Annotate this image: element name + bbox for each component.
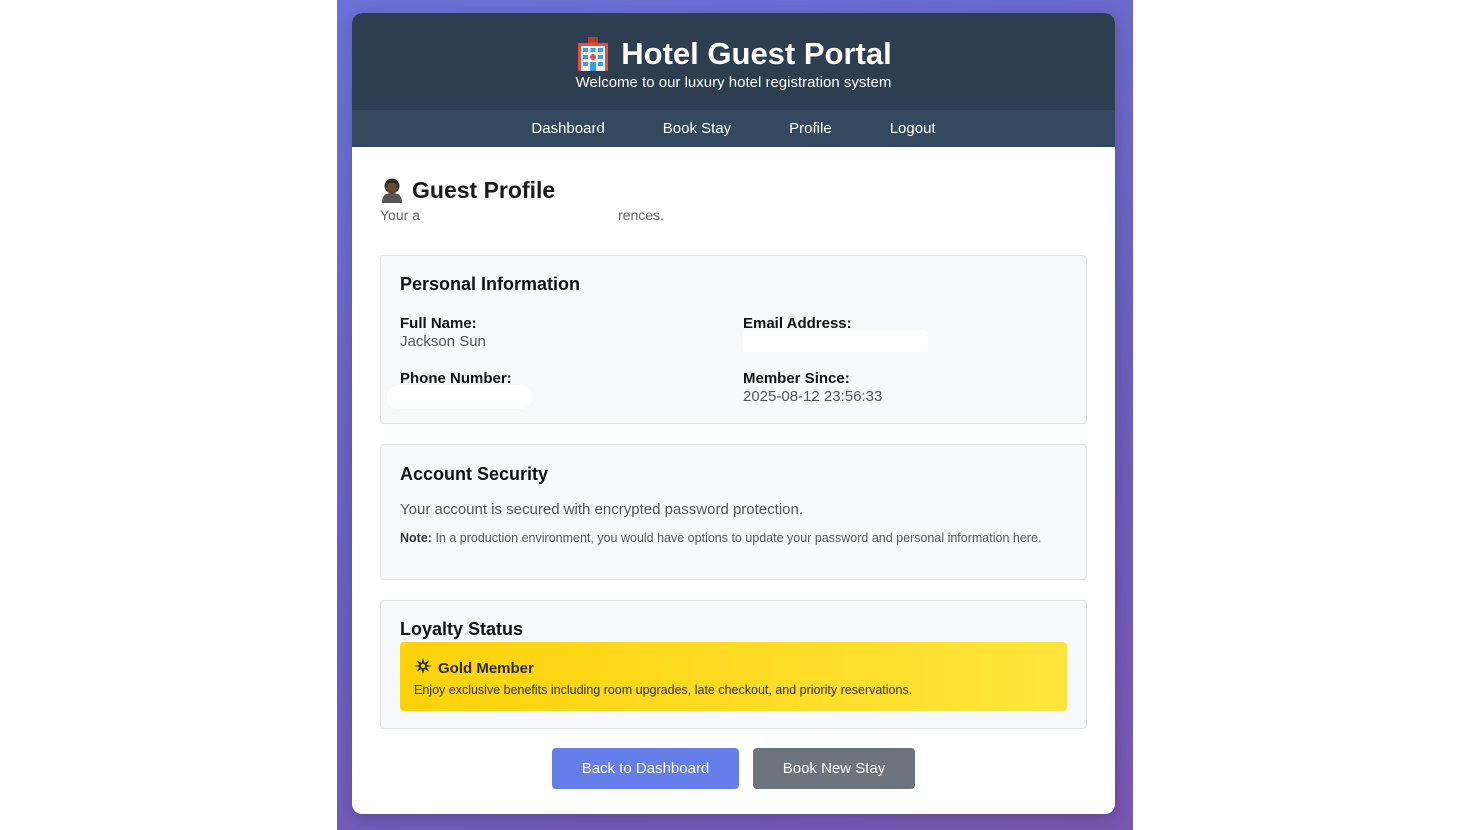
page-title: Guest Profile	[380, 175, 1087, 205]
member-since-field: Member Since: 2025-08-12 23:56:33	[743, 370, 1067, 406]
hotel-icon	[575, 37, 611, 71]
nav-book-stay[interactable]: Book Stay	[634, 110, 760, 147]
page-subtitle-end: rences.	[618, 207, 664, 223]
redacted-block	[421, 205, 619, 227]
full-name-label: Full Name:	[400, 315, 477, 332]
security-text: Your account is secured with encrypted p…	[400, 501, 804, 518]
security-note: Note: In a production environment, you w…	[400, 531, 1067, 546]
phone-value	[387, 385, 743, 409]
header: Hotel Guest Portal Welcome to our luxury…	[352, 13, 1115, 110]
person-icon	[380, 177, 404, 203]
loyalty-benefits: Enjoy exclusive benefits including room …	[414, 683, 913, 697]
portal-subtitle: Welcome to our luxury hotel registration…	[575, 74, 892, 91]
personal-info-heading: Personal Information	[400, 274, 581, 294]
account-security-section: Account Security Your account is secured…	[380, 444, 1087, 580]
loyalty-heading: Loyalty Status	[400, 619, 524, 639]
book-new-stay-button[interactable]: Book New Stay	[753, 748, 915, 789]
nav-dashboard[interactable]: Dashboard	[502, 110, 633, 147]
loyalty-tier-label: Gold Member	[438, 659, 534, 677]
security-note-text: In a production environment, you would h…	[435, 531, 1042, 545]
member-since-label: Member Since:	[743, 370, 850, 387]
main-content: Guest Profile Your a rences. Personal In…	[352, 147, 1115, 789]
personal-info-grid: Full Name: Jackson Sun Email Address: Ph…	[387, 315, 1067, 409]
loyalty-section: Loyalty Status Gold Member Enjoy exclusi…	[380, 600, 1087, 729]
nav-profile[interactable]: Profile	[760, 110, 861, 147]
account-security-heading: Account Security	[400, 464, 549, 484]
phone-redacted-block	[387, 385, 532, 409]
loyalty-tier: Gold Member	[414, 658, 1053, 678]
sparkle-icon	[414, 658, 432, 678]
page-subtitle: Your a rences.	[380, 205, 1087, 227]
loyalty-badge: Gold Member Enjoy exclusive benefits inc…	[400, 642, 1067, 711]
portal-title-text: Hotel Guest Portal	[621, 36, 892, 71]
page-title-text: Guest Profile	[412, 176, 556, 203]
email-redacted-block	[743, 330, 928, 352]
full-name-value: Jackson Sun	[400, 333, 486, 350]
portal-title: Hotel Guest Portal	[352, 35, 1115, 73]
portal-card: Hotel Guest Portal Welcome to our luxury…	[352, 13, 1115, 814]
phone-field: Phone Number:	[387, 370, 743, 409]
member-since-value: 2025-08-12 23:56:33	[743, 388, 883, 405]
email-field: Email Address:	[743, 315, 1067, 352]
action-buttons: Back to Dashboard Book New Stay	[380, 748, 1087, 789]
nav-logout[interactable]: Logout	[861, 110, 965, 147]
security-note-label: Note:	[400, 531, 432, 545]
full-name-field: Full Name: Jackson Sun	[400, 315, 743, 351]
personal-info-section: Personal Information Full Name: Jackson …	[380, 255, 1087, 424]
email-value	[743, 330, 1067, 352]
page-subtitle-start: Your a	[380, 207, 420, 223]
page-background: Hotel Guest Portal Welcome to our luxury…	[337, 0, 1133, 830]
main-nav: Dashboard Book Stay Profile Logout	[352, 110, 1115, 147]
back-to-dashboard-button[interactable]: Back to Dashboard	[552, 748, 739, 789]
